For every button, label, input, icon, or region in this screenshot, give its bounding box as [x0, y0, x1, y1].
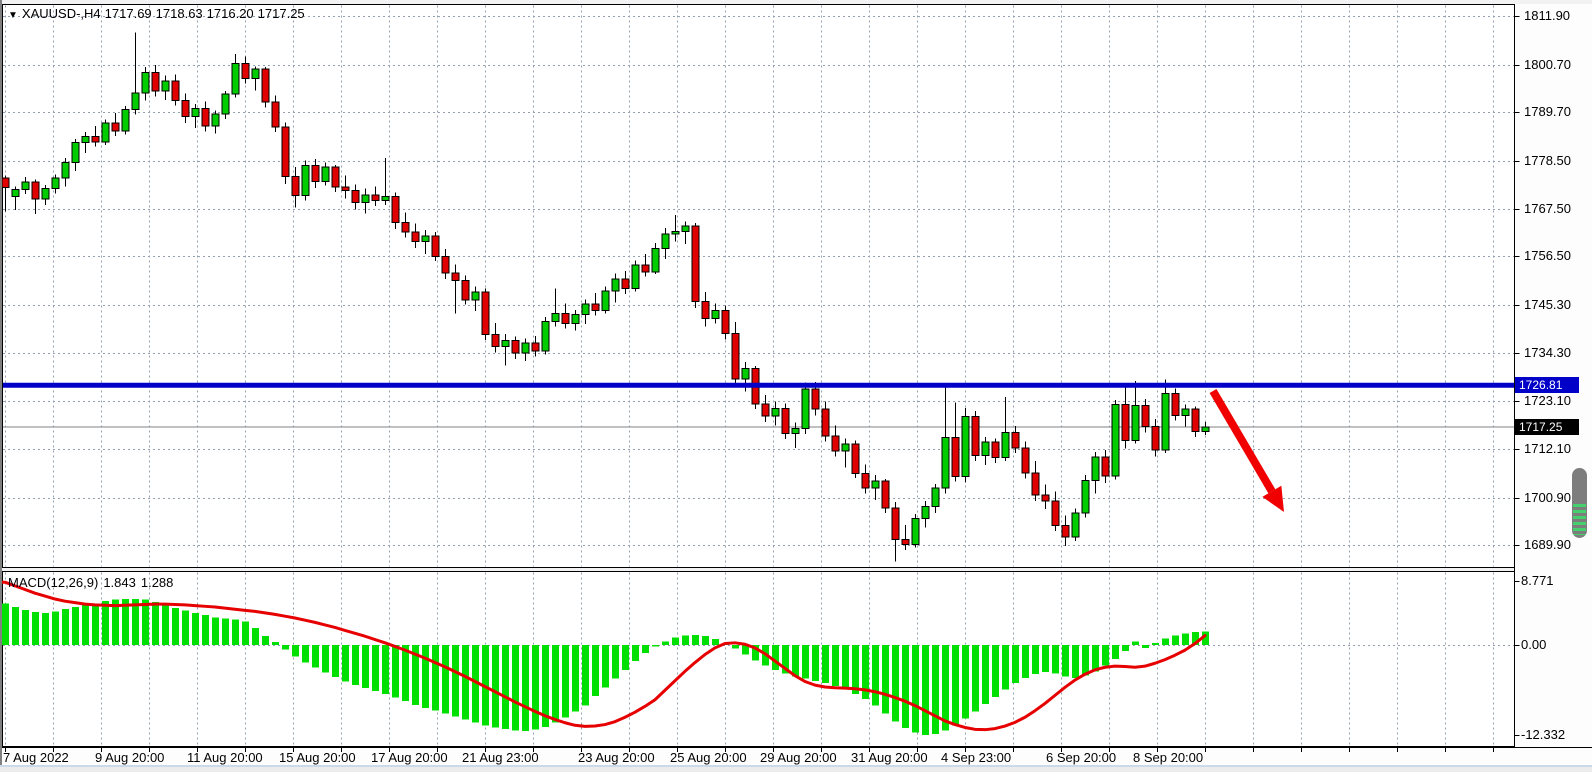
- ohlc-close: 1717.25: [258, 6, 305, 21]
- terminal-window: 1811.901800.701789.701778.501767.501756.…: [0, 0, 1592, 772]
- time-axis[interactable]: [0, 747, 1514, 765]
- macd-signal-value: 1.288: [141, 575, 174, 590]
- symbol-title: XAUUSD-,H4: [22, 6, 101, 21]
- chart-title-row: ▼ XAUUSD-,H4 1717.69 1718.63 1716.20 1717.25: [8, 6, 309, 21]
- macd-indicator-header: MACD(12,26,9) 1.843 1.288: [8, 575, 178, 590]
- scroll-slider-widget[interactable]: [1572, 468, 1587, 538]
- chart-dropdown-icon[interactable]: ▼: [8, 10, 18, 21]
- ohlc-open: 1717.69: [105, 6, 152, 21]
- ohlc-high: 1718.63: [156, 6, 203, 21]
- chart-canvas[interactable]: [0, 0, 1592, 772]
- macd-indicator-name: MACD(12,26,9): [8, 575, 98, 590]
- ohlc-low: 1716.20: [207, 6, 254, 21]
- window-left-frame: [0, 0, 2, 766]
- window-bottom-frame: [0, 765, 1592, 772]
- slider-stripes: [1573, 504, 1586, 536]
- price-axis[interactable]: [1514, 4, 1592, 747]
- macd-main-value: 1.843: [103, 575, 136, 590]
